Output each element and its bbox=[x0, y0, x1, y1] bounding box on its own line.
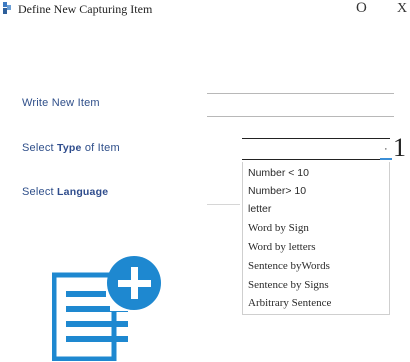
language-select-border bbox=[207, 204, 240, 205]
window-title: Define New Capturing Item bbox=[18, 2, 153, 16]
select-language-label: Select Language bbox=[22, 186, 108, 198]
type-option-number-greater[interactable]: Number> 10 bbox=[248, 185, 306, 197]
write-item-label: Write New Item bbox=[22, 97, 100, 109]
type-dropdown-list: Number < 10 Number> 10 letter Word by Si… bbox=[242, 162, 390, 315]
app-icon bbox=[3, 2, 11, 14]
select-marker: · bbox=[384, 143, 388, 155]
type-select[interactable] bbox=[242, 138, 390, 160]
type-option-letter[interactable]: letter bbox=[248, 203, 271, 215]
select-type-label: Select Type of Item bbox=[22, 142, 120, 154]
document-add-icon[interactable] bbox=[52, 253, 164, 361]
type-option-sentence-by-signs[interactable]: Sentence by Signs bbox=[248, 279, 329, 291]
type-option-number-less[interactable]: Number < 10 bbox=[248, 167, 309, 179]
input-bottom-border bbox=[207, 116, 394, 117]
select-type-prefix: Select bbox=[22, 142, 54, 154]
select-type-keyword: Type bbox=[57, 142, 82, 154]
type-option-sentence-by-words[interactable]: Sentence byWords bbox=[248, 260, 330, 272]
chevron-down-icon[interactable]: 1 bbox=[393, 133, 406, 163]
type-option-word-by-sign[interactable]: Word by Sign bbox=[248, 222, 309, 234]
select-language-keyword: Language bbox=[57, 186, 109, 198]
input-top-border bbox=[207, 93, 394, 94]
type-option-arbitrary-sentence[interactable]: Arbitrary Sentence bbox=[248, 297, 331, 309]
select-focus-indicator bbox=[380, 158, 392, 160]
minimize-button[interactable]: O bbox=[356, 0, 367, 17]
select-language-prefix: Select bbox=[22, 186, 54, 198]
type-option-word-by-letters[interactable]: Word by letters bbox=[248, 241, 316, 253]
item-name-input[interactable] bbox=[207, 96, 394, 114]
select-type-suffix: of Item bbox=[84, 142, 120, 154]
close-button[interactable]: X bbox=[397, 1, 407, 17]
